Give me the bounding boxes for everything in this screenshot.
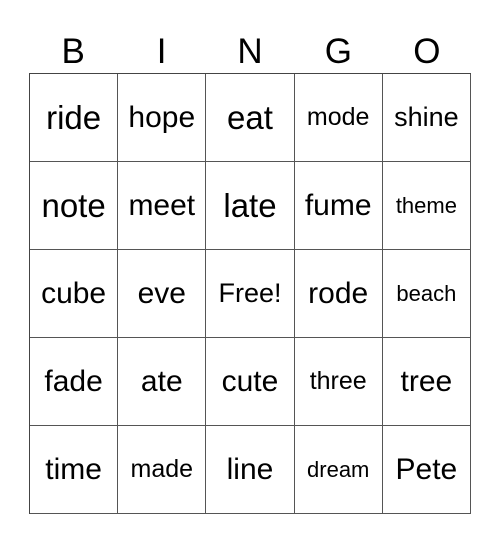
header-letter-b: B: [61, 32, 85, 71]
bingo-cell[interactable]: beach: [382, 250, 471, 338]
bingo-cell[interactable]: meet: [118, 162, 207, 250]
header-letter-n: N: [237, 32, 263, 71]
bingo-cell[interactable]: Pete: [382, 426, 471, 514]
bingo-cell[interactable]: rode: [294, 250, 383, 338]
bingo-cell[interactable]: cube: [30, 250, 119, 338]
bingo-grid: ride hope eat mode shine note meet late …: [29, 73, 471, 514]
bingo-cell[interactable]: fume: [294, 162, 383, 250]
bingo-cell[interactable]: time: [30, 426, 119, 514]
bingo-cell[interactable]: dream: [294, 426, 383, 514]
free-space-cell[interactable]: Free!: [206, 250, 295, 338]
bingo-cell[interactable]: hope: [118, 74, 207, 162]
bingo-cell[interactable]: made: [118, 426, 207, 514]
header-letter-i: I: [156, 32, 167, 71]
bingo-cell[interactable]: mode: [294, 74, 383, 162]
bingo-header: B I N G O: [29, 30, 471, 74]
bingo-cell[interactable]: ride: [30, 74, 119, 162]
bingo-cell[interactable]: tree: [382, 338, 471, 426]
bingo-cell[interactable]: eve: [118, 250, 207, 338]
header-letter-o: O: [413, 32, 441, 71]
bingo-cell[interactable]: line: [206, 426, 295, 514]
bingo-cell[interactable]: late: [206, 162, 295, 250]
bingo-cell[interactable]: ate: [118, 338, 207, 426]
bingo-cell[interactable]: eat: [206, 74, 295, 162]
bingo-cell[interactable]: three: [294, 338, 383, 426]
bingo-cell[interactable]: theme: [382, 162, 471, 250]
bingo-cell[interactable]: fade: [30, 338, 119, 426]
bingo-cell[interactable]: cute: [206, 338, 295, 426]
bingo-cell[interactable]: shine: [382, 74, 471, 162]
bingo-cell[interactable]: note: [30, 162, 119, 250]
header-letter-g: G: [324, 32, 353, 71]
